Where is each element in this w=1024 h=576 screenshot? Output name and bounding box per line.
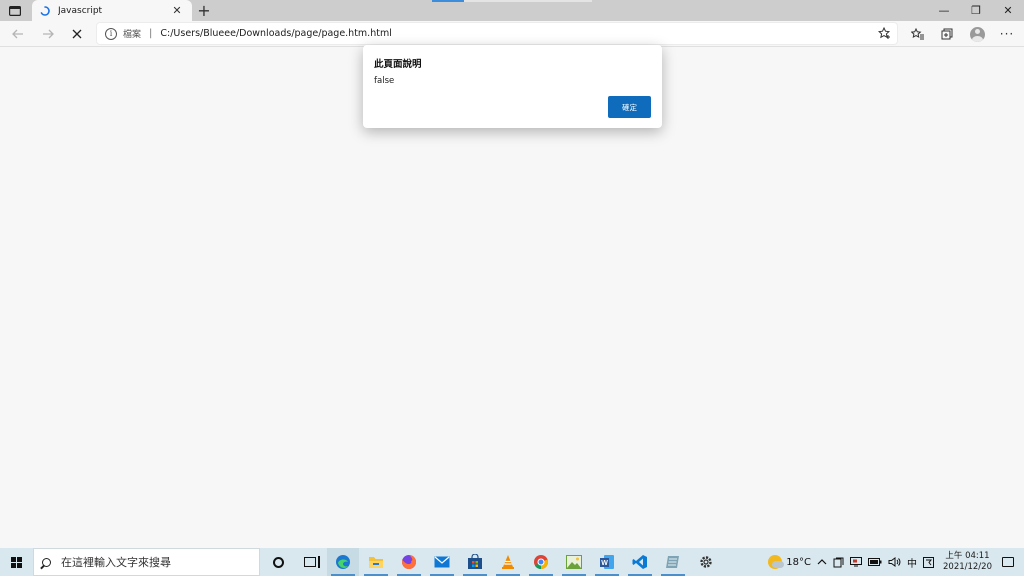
taskbar-file-explorer[interactable] [360,548,392,576]
address-scheme-label: 檔案 [123,30,142,40]
store-bag-icon [468,554,482,569]
settings-more-button[interactable]: ··· [992,23,1022,45]
battery-icon [868,558,882,566]
navigation-bar: i 檔案 | C:/Users/Blueee/Downloads/page/pa… [0,21,1024,47]
weather-temperature: 18°C [786,556,811,568]
favorites-star-list-icon [910,28,924,40]
input-method-indicator[interactable]: 中 [904,548,920,576]
tab-title: Javascript [58,5,103,16]
svg-text:W: W [601,560,608,567]
tab-strip: Javascript ✕ + — ❐ ✕ [0,0,1024,21]
photos-icon [566,555,582,569]
browser-tab[interactable]: Javascript ✕ [32,0,192,21]
address-url[interactable]: C:/Users/Blueee/Downloads/page/page.htm.… [160,28,391,39]
device-icon [833,557,844,567]
clock-date: 2021/12/20 [943,562,992,572]
taskbar: 在這裡輸入文字來搜尋 W 18°C 中 上午 04:11 2021/12/20 [0,548,1024,576]
clock-time: 上午 04:11 [945,551,990,561]
more-dots-icon: ··· [999,27,1015,41]
cortana-button[interactable] [262,548,294,576]
close-window-button[interactable]: ✕ [992,0,1024,21]
taskbar-firefox[interactable] [393,548,425,576]
taskbar-mail[interactable] [426,548,458,576]
task-view-icon [304,556,320,568]
info-icon[interactable]: i [105,27,117,40]
tray-app-icon[interactable] [830,548,847,576]
chrome-icon [534,555,549,570]
favorites-button[interactable] [902,23,932,45]
add-favorite-star-icon[interactable] [877,26,891,42]
address-bar[interactable]: i 檔案 | C:/Users/Blueee/Downloads/page/pa… [96,22,898,45]
weather-widget[interactable]: 18°C [765,548,814,576]
arrow-left-icon [12,29,23,39]
taskbar-vscode[interactable] [624,548,656,576]
cortana-circle-icon [272,556,284,568]
ok-button[interactable]: 確定 [608,96,651,118]
collections-button[interactable] [932,23,962,45]
chevron-up-icon [817,559,827,565]
alert-dialog: 此頁面說明 false 確定 [363,45,662,128]
folder-icon [369,557,383,568]
minimize-button[interactable]: — [928,0,960,21]
task-view-button[interactable] [294,548,326,576]
ime-mode-button[interactable] [920,548,937,576]
taskbar-search[interactable]: 在這裡輸入文字來搜尋 [33,548,260,576]
partly-cloudy-icon [768,555,785,569]
volume-button[interactable] [885,548,904,576]
vlc-cone-icon [502,555,514,569]
back-button[interactable] [7,23,29,45]
stop-loading-button[interactable] [66,23,88,45]
taskbar-notes[interactable] [657,548,689,576]
tab-close-button[interactable]: ✕ [170,4,184,17]
vscode-icon [632,555,647,569]
taskbar-photos[interactable] [558,548,590,576]
screen-icon [850,557,862,567]
forward-button[interactable] [37,23,59,45]
address-separator: | [149,28,153,39]
clock[interactable]: 上午 04:11 2021/12/20 [937,551,998,573]
gear-icon [700,556,712,568]
notification-center-icon[interactable] [1002,557,1014,567]
show-hidden-icons-button[interactable] [814,548,830,576]
tab-drag-indicator [432,0,592,2]
speaker-icon [888,557,901,567]
stop-x-icon [72,29,82,39]
taskbar-edge[interactable] [327,548,359,576]
start-button[interactable] [0,548,33,576]
taskbar-vlc[interactable] [492,548,524,576]
browser-toolbar: ··· [902,23,1022,45]
taskbar-chrome[interactable] [525,548,557,576]
taskbar-store[interactable] [459,548,491,576]
word-icon: W [600,555,614,569]
system-tray: 18°C 中 上午 04:11 2021/12/20 [765,548,1024,576]
search-icon [42,557,51,567]
tray-screen-icon[interactable] [847,548,865,576]
dialog-title: 此頁面說明 [374,59,422,70]
new-tab-button[interactable]: + [194,0,214,21]
search-placeholder: 在這裡輸入文字來搜尋 [61,556,171,569]
restore-button[interactable]: ❐ [960,0,992,21]
notes-icon [666,556,679,568]
edge-icon [336,555,350,569]
profile-button[interactable] [962,23,992,45]
avatar [969,26,985,42]
battery-button[interactable] [865,548,885,576]
dialog-message: false [374,76,395,86]
arrow-right-icon [43,29,54,39]
ime-mode-icon [923,556,934,568]
tab-actions-button[interactable] [4,1,26,20]
mail-icon [434,556,450,568]
loading-spinner-icon [40,5,50,16]
tab-actions-icon [9,5,21,16]
windows-logo-icon [11,556,22,568]
taskbar-word[interactable]: W [591,548,623,576]
taskbar-settings[interactable] [690,548,722,576]
window-controls: — ❐ ✕ [928,0,1024,21]
firefox-icon [402,555,417,569]
collections-icon [941,28,952,40]
